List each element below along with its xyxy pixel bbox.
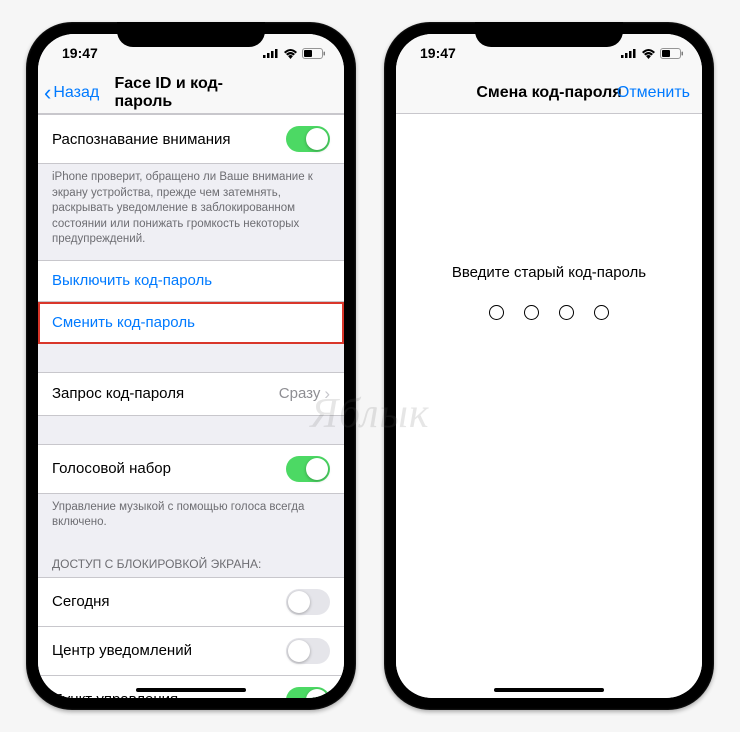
screen-right: 19:47 Смена код-пароля Отменить Введите … bbox=[396, 34, 702, 698]
disable-passcode-label: Выключить код-пароль bbox=[52, 272, 212, 289]
row-label: Сегодня bbox=[52, 593, 110, 610]
settings-content: Распознавание внимания iPhone проверит, … bbox=[38, 114, 344, 698]
signal-icon bbox=[263, 48, 279, 58]
back-label: Назад bbox=[53, 84, 99, 102]
page-title: Смена код-пароля bbox=[476, 84, 621, 102]
phone-left: 19:47 ‹ Назад Face ID и код-пароль Распо… bbox=[26, 22, 356, 710]
row-label: Центр уведомлений bbox=[52, 642, 192, 659]
row-label: Пункт управления bbox=[52, 691, 178, 698]
change-passcode-label: Сменить код-пароль bbox=[52, 314, 195, 331]
battery-icon bbox=[302, 48, 326, 59]
status-icons bbox=[621, 48, 684, 59]
attention-aware-cell[interactable]: Распознавание внимания bbox=[38, 114, 344, 164]
attention-footer: iPhone проверит, обращено ли Ваше вниман… bbox=[38, 164, 344, 260]
attention-label: Распознавание внимания bbox=[52, 131, 231, 148]
lock-screen-section-header: ДОСТУП С БЛОКИРОВКОЙ ЭКРАНА: bbox=[38, 543, 344, 577]
disable-passcode-cell[interactable]: Выключить код-пароль bbox=[38, 260, 344, 302]
require-detail: Сразу › bbox=[279, 384, 330, 404]
row-switch[interactable] bbox=[286, 638, 330, 664]
voice-dial-cell[interactable]: Голосовой набор bbox=[38, 444, 344, 494]
passcode-prompt: Введите старый код-пароль bbox=[396, 264, 702, 281]
list-item[interactable]: Центр уведомлений bbox=[38, 627, 344, 676]
spacer bbox=[38, 344, 344, 372]
battery-icon bbox=[660, 48, 684, 59]
notch bbox=[475, 22, 623, 47]
nav-bar: Смена код-пароля Отменить bbox=[396, 72, 702, 114]
passcode-dots bbox=[396, 305, 702, 320]
wifi-icon bbox=[641, 48, 656, 59]
status-icons bbox=[263, 48, 326, 59]
cancel-button[interactable]: Отменить bbox=[617, 84, 690, 102]
home-indicator[interactable] bbox=[136, 688, 246, 692]
signal-icon bbox=[621, 48, 637, 58]
require-value: Сразу bbox=[279, 385, 321, 402]
require-passcode-cell[interactable]: Запрос код-пароля Сразу › bbox=[38, 372, 344, 416]
back-button[interactable]: ‹ Назад bbox=[44, 80, 99, 106]
list-item[interactable]: Сегодня bbox=[38, 577, 344, 627]
voice-footer: Управление музыкой с помощью голоса всег… bbox=[38, 494, 344, 543]
status-time: 19:47 bbox=[414, 45, 456, 61]
passcode-dot bbox=[524, 305, 539, 320]
page-title: Face ID и код-пароль bbox=[115, 75, 268, 111]
nav-bar: ‹ Назад Face ID и код-пароль bbox=[38, 72, 344, 114]
list-item[interactable]: Пункт управления bbox=[38, 676, 344, 698]
passcode-dot bbox=[594, 305, 609, 320]
chevron-left-icon: ‹ bbox=[44, 80, 51, 106]
voice-dial-label: Голосовой набор bbox=[52, 460, 171, 477]
row-switch[interactable] bbox=[286, 589, 330, 615]
status-time: 19:47 bbox=[56, 45, 98, 61]
chevron-right-icon: › bbox=[324, 384, 330, 404]
wifi-icon bbox=[283, 48, 298, 59]
attention-switch[interactable] bbox=[286, 126, 330, 152]
notch bbox=[117, 22, 265, 47]
passcode-area: Введите старый код-пароль bbox=[396, 114, 702, 698]
require-label: Запрос код-пароля bbox=[52, 385, 184, 402]
passcode-dot bbox=[489, 305, 504, 320]
voice-dial-switch[interactable] bbox=[286, 456, 330, 482]
row-switch[interactable] bbox=[286, 687, 330, 698]
home-indicator[interactable] bbox=[494, 688, 604, 692]
passcode-dot bbox=[559, 305, 574, 320]
spacer bbox=[38, 416, 344, 444]
phone-right: 19:47 Смена код-пароля Отменить Введите … bbox=[384, 22, 714, 710]
change-passcode-cell[interactable]: Сменить код-пароль bbox=[38, 302, 344, 344]
screen-left: 19:47 ‹ Назад Face ID и код-пароль Распо… bbox=[38, 34, 344, 698]
